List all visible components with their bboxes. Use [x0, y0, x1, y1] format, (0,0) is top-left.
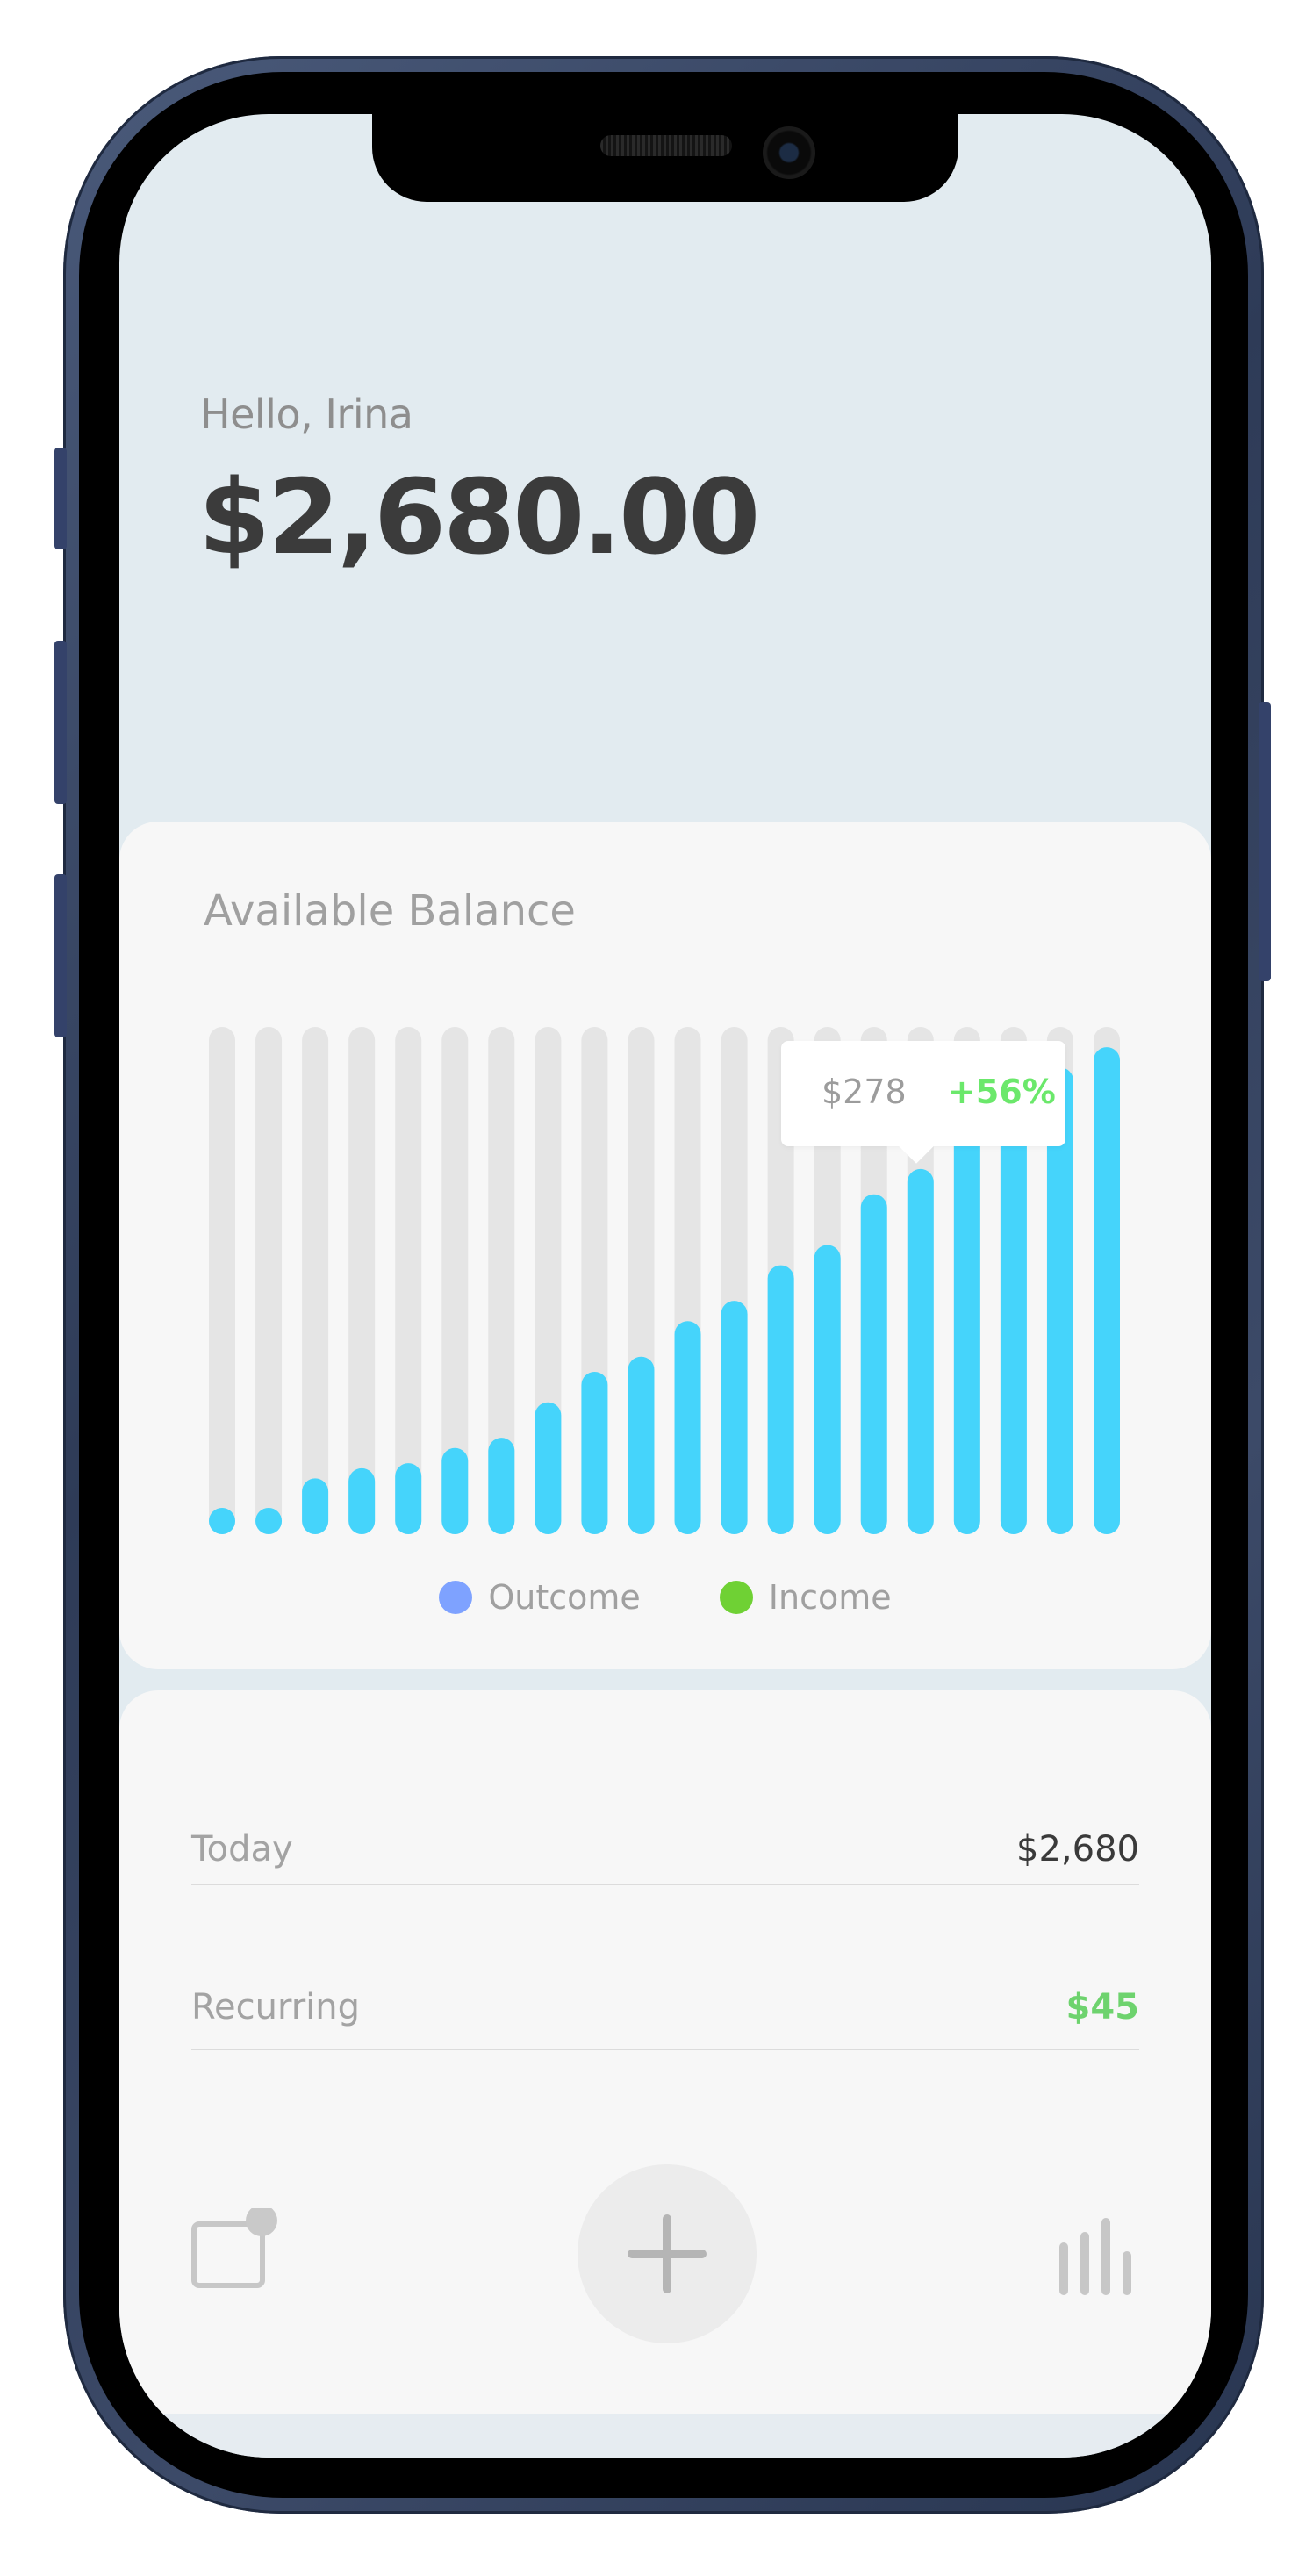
bar-16[interactable] — [907, 1168, 934, 1534]
bar-track — [348, 1027, 376, 1534]
mute-switch — [54, 448, 67, 549]
bar-track — [395, 1027, 422, 1534]
bar-track — [255, 1027, 283, 1534]
row-label: Recurring — [191, 1987, 360, 2027]
chart-tooltip: $278 +56% — [781, 1041, 1065, 1164]
wallet-icon[interactable] — [191, 2205, 279, 2296]
row-label: Today — [191, 1829, 293, 1869]
tab-bar — [119, 2129, 1211, 2393]
speaker-grille — [600, 135, 732, 156]
balance-bar-chart — [209, 1027, 1120, 1534]
wallet-icon-svg — [191, 2205, 277, 2288]
bar-18[interactable] — [1000, 1097, 1027, 1534]
page: Hello, Irina $2,680.00 Available Balance… — [0, 0, 1313, 2576]
bar-9[interactable] — [581, 1372, 608, 1534]
volume-down-button — [54, 874, 67, 1037]
power-button — [1259, 702, 1271, 981]
bar-7[interactable] — [488, 1438, 515, 1534]
bar-10[interactable] — [628, 1356, 655, 1534]
list-row-today[interactable]: Today $2,680 — [191, 1726, 1139, 1885]
bar-12[interactable] — [721, 1301, 748, 1534]
home-indicator-area — [119, 2414, 1211, 2458]
tooltip-change: +56% — [948, 1073, 1056, 1111]
legend-item-outcome[interactable]: Outcome — [439, 1578, 641, 1617]
bar-track — [302, 1027, 329, 1534]
balance-amount: $2,680.00 — [198, 456, 760, 578]
bar-3[interactable] — [302, 1478, 329, 1534]
stats-icon[interactable] — [1053, 2210, 1141, 2298]
available-balance-card: Available Balance $278 +56% Outcome Inco… — [119, 822, 1211, 1669]
front-camera — [763, 126, 815, 179]
legend-dot-outcome — [439, 1581, 473, 1614]
row-value: $45 — [1065, 1987, 1140, 2027]
add-button[interactable] — [578, 2164, 757, 2343]
bar-4[interactable] — [348, 1467, 376, 1534]
chart-legend: Outcome Income — [119, 1578, 1211, 1617]
bar-20[interactable] — [1094, 1047, 1120, 1534]
bar-1[interactable] — [209, 1508, 235, 1534]
bar-17[interactable] — [953, 1118, 980, 1534]
bar-14[interactable] — [814, 1245, 841, 1534]
list-row-recurring[interactable]: Recurring $45 — [191, 1891, 1139, 2050]
legend-dot-income — [719, 1581, 753, 1614]
tooltip-amount: $278 — [822, 1073, 907, 1111]
row-value: $2,680 — [1016, 1829, 1139, 1869]
notch — [372, 114, 958, 202]
legend-label-income: Income — [768, 1578, 892, 1617]
legend-item-income[interactable]: Income — [719, 1578, 892, 1617]
bar-6[interactable] — [441, 1447, 469, 1534]
app-screen: Hello, Irina $2,680.00 Available Balance… — [119, 114, 1211, 2458]
bar-track — [209, 1027, 235, 1534]
greeting-text: Hello, Irina — [200, 391, 413, 438]
bar-11[interactable] — [674, 1321, 701, 1534]
legend-label-outcome: Outcome — [488, 1578, 641, 1617]
bar-8[interactable] — [535, 1402, 562, 1534]
bar-15[interactable] — [860, 1194, 887, 1534]
summary-card: Today $2,680 Recurring $45 — [119, 1690, 1211, 2428]
bar-13[interactable] — [767, 1265, 794, 1534]
volume-up-button — [54, 641, 67, 804]
bar-5[interactable] — [395, 1463, 422, 1534]
stats-icon-svg — [1059, 2218, 1131, 2295]
bar-2[interactable] — [255, 1508, 283, 1534]
plus-icon — [628, 2214, 707, 2293]
